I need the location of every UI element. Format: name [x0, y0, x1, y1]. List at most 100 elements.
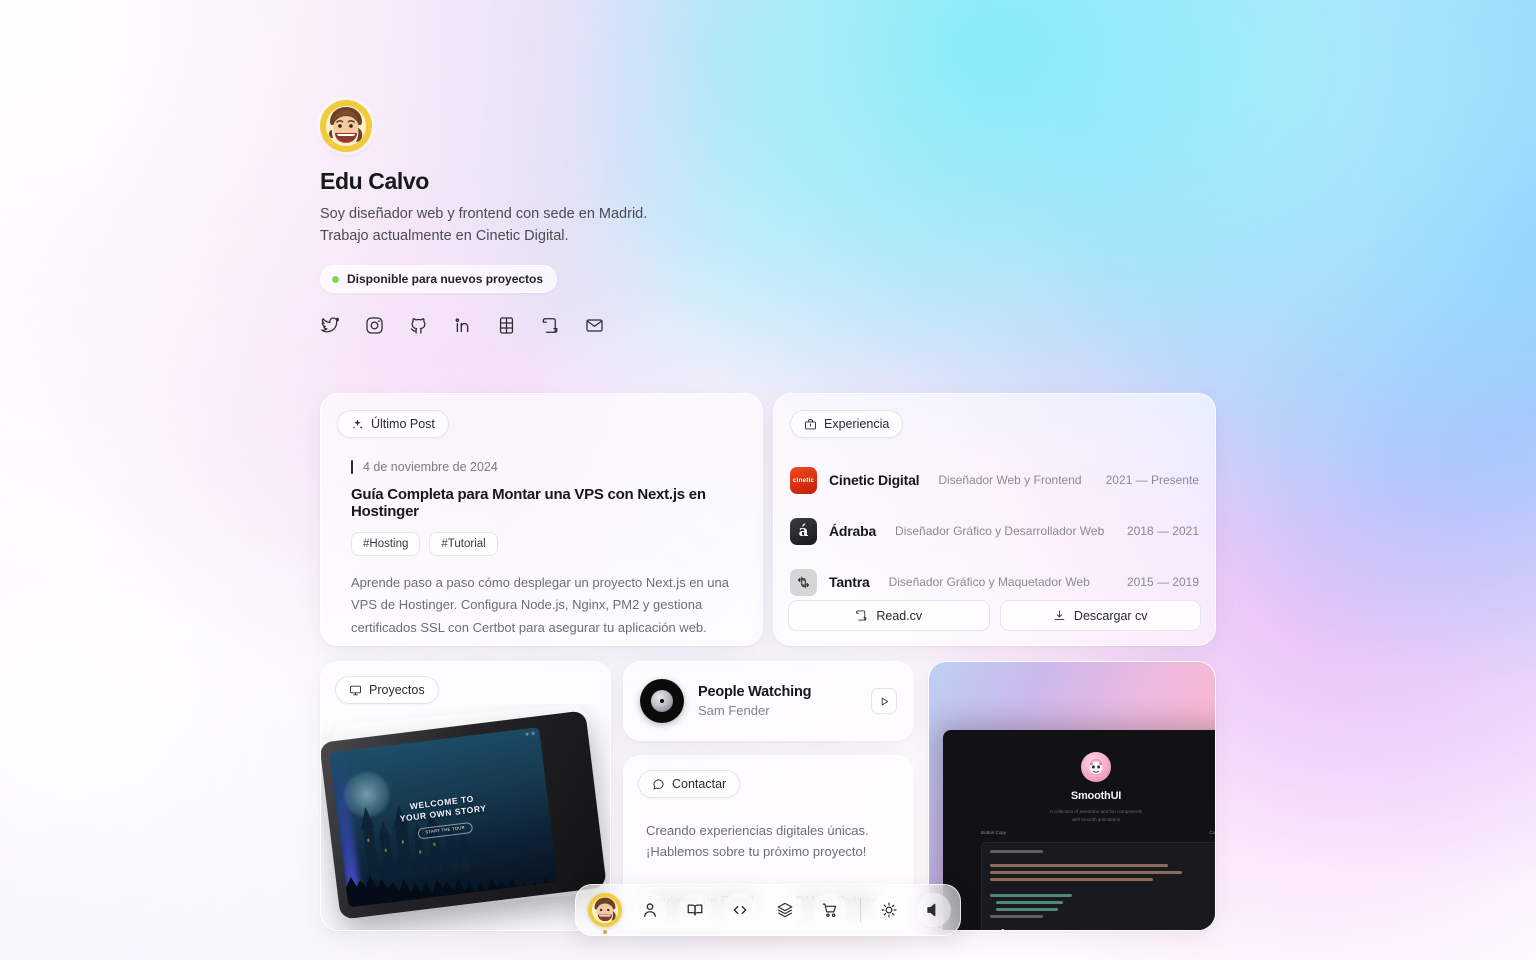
mail-icon: [586, 319, 603, 332]
track-title: People Watching: [698, 684, 812, 700]
dock-item-blog[interactable]: [678, 893, 712, 927]
page-title: Edu Calvo: [320, 168, 429, 194]
portfolio-page: Edu Calvo Soy diseñador web y frontend c…: [0, 0, 1536, 960]
code-line: [990, 915, 1043, 918]
avatar-illustration: [320, 100, 372, 152]
bio-line-2: Trabajo actualmente en Cinetic Digital.: [320, 228, 569, 245]
smoothui-logo-icon: [1081, 752, 1111, 782]
smoothui-browser-mockup: SmoothUI A collection of awesome and fun…: [943, 730, 1216, 930]
code-line: [990, 850, 1043, 853]
social-link-twitter[interactable]: [320, 315, 341, 336]
dock-item-projects[interactable]: [768, 893, 802, 927]
company-period: 2015 — 2019: [1126, 575, 1199, 589]
contact-chip: Contactar: [638, 770, 741, 798]
code-line: [990, 871, 1182, 874]
play-button[interactable]: [871, 688, 897, 714]
company-name: Cinetic Digital: [829, 472, 920, 488]
now-playing-card: People Watching Sam Fender: [623, 661, 914, 741]
social-link-instagram[interactable]: [364, 315, 385, 336]
post-tag[interactable]: #Hosting: [351, 532, 421, 556]
chat-bubble-icon: [653, 778, 664, 790]
social-link-mail[interactable]: [584, 315, 605, 336]
contact-line-1: Creando experiencias digitales únicas.: [646, 823, 869, 838]
company-logo-text: á: [798, 521, 809, 540]
readcv-button-label: Read.cv: [876, 608, 923, 623]
twitter-icon: [321, 317, 340, 333]
company-role: Diseñador Gráfico y Desarrollador Web: [895, 524, 1105, 538]
download-cv-button[interactable]: Descargar cv: [999, 600, 1201, 631]
person-icon: [644, 903, 656, 918]
code-line: [996, 908, 1059, 911]
smoothui-toolbar-right: Component: [1209, 830, 1216, 835]
book-icon: [687, 904, 703, 916]
cart-icon: [822, 903, 837, 917]
social-link-github[interactable]: [408, 315, 429, 336]
readcv-button[interactable]: Read.cv: [788, 600, 990, 631]
scroll-icon: [856, 610, 867, 621]
smoothui-mascot-icon: [1089, 759, 1103, 774]
track-meta: People Watching Sam Fender: [698, 684, 811, 718]
smoothui-project-card[interactable]: SmoothUI A collection of awesome and fun…: [928, 661, 1216, 931]
profile-header: Edu Calvo Soy diseñador web y frontend c…: [320, 100, 880, 336]
smoothui-title: SmoothUI: [1070, 790, 1122, 802]
avatar: [588, 893, 622, 927]
post-date: 4 de noviembre de 2024: [363, 460, 498, 474]
company-role: Diseñador Web y Frontend: [938, 473, 1082, 487]
smoothui-subtitle-line-2: with smooth animations: [1071, 817, 1120, 823]
social-link-linkedin[interactable]: [452, 315, 473, 336]
company-role: Diseñador Gráfico y Maquetador Web: [888, 575, 1090, 589]
social-links: [320, 315, 880, 336]
experience-list: cinetic Cinetic Digital Diseñador Web y …: [790, 458, 1199, 604]
social-link-readcv[interactable]: [540, 315, 561, 336]
bio-line-1: Soy diseñador web y frontend con sede en…: [320, 206, 648, 222]
download-cv-button-label: Descargar cv: [1073, 608, 1148, 623]
company-logo-adraba: á: [790, 517, 817, 545]
code-line: [990, 878, 1154, 881]
experience-card: Experiencia cinetic Cinetic Digital Dise…: [773, 393, 1216, 646]
scroll-icon: [542, 318, 558, 333]
dock-item-code[interactable]: [723, 893, 757, 927]
post-tags: #Hosting #Tutorial: [351, 532, 746, 556]
dock-item-profile[interactable]: [588, 893, 622, 934]
smoothui-subtitle-line-1: A collection of awesome and fun componen…: [1049, 809, 1143, 814]
dock-item-theme[interactable]: [872, 893, 906, 927]
experience-row[interactable]: á Ádraba Diseñador Gráfico y Desarrollad…: [790, 509, 1199, 553]
contact-chip-label: Contactar: [672, 777, 727, 791]
smoothui-subtitle: A collection of awesome and fun componen…: [1026, 808, 1166, 824]
post-title[interactable]: Guía Completa para Montar una VPS con Ne…: [351, 486, 746, 520]
avatar[interactable]: [320, 100, 372, 152]
social-link-figma[interactable]: [496, 315, 517, 336]
latest-post-card[interactable]: Último Post 4 de noviembre de 2024 Guía …: [320, 393, 763, 646]
post-date-row: 4 de noviembre de 2024: [351, 460, 746, 474]
company-period: 2018 — 2021: [1126, 524, 1199, 538]
post-tag[interactable]: #Tutorial: [429, 532, 498, 556]
sun-icon: [881, 902, 897, 918]
company-name: Ádraba: [829, 523, 877, 539]
album-art: [640, 679, 684, 723]
monitor-icon: [350, 685, 361, 695]
date-marker-icon: [351, 460, 353, 474]
experience-row[interactable]: Tantra Diseñador Gráfico y Maquetador We…: [790, 560, 1199, 604]
sparkle-icon: [352, 418, 363, 429]
smoothui-watermark: SmoothUI: [955, 927, 1024, 930]
experience-row[interactable]: cinetic Cinetic Digital Diseñador Web y …: [790, 458, 1199, 502]
projects-chip-label: Proyectos: [369, 683, 425, 697]
dock-divider: [860, 898, 861, 922]
status-badge: Disponible para nuevos proyectos: [320, 265, 558, 294]
dock-item-shop[interactable]: [813, 893, 847, 927]
post-excerpt: Aprende paso a paso cómo desplegar un pr…: [351, 575, 729, 635]
projects-card[interactable]: Proyectos WELCOME TO YOUR OWN STORY STAR…: [320, 661, 611, 931]
dock-item-about[interactable]: [633, 893, 667, 927]
play-icon: [881, 697, 888, 705]
experience-chip-label: Experiencia: [824, 417, 890, 431]
dock-active-indicator: [603, 930, 607, 934]
company-logo-text: cinetic: [792, 476, 815, 484]
figma-icon: [499, 317, 514, 334]
dock-item-sound[interactable]: [917, 893, 951, 927]
cv-buttons: Read.cv Descargar cv: [788, 600, 1201, 631]
contact-line-2: ¡Hablemos sobre tu próximo proyecto!: [646, 844, 867, 860]
smoothui-toolbar-left: Button Copy: [981, 830, 1007, 835]
projects-chip: Proyectos: [335, 676, 439, 704]
project-mockup-tablet: WELCOME TO YOUR OWN STORY START THE TOUR: [321, 710, 607, 920]
layers-icon: [777, 902, 793, 918]
